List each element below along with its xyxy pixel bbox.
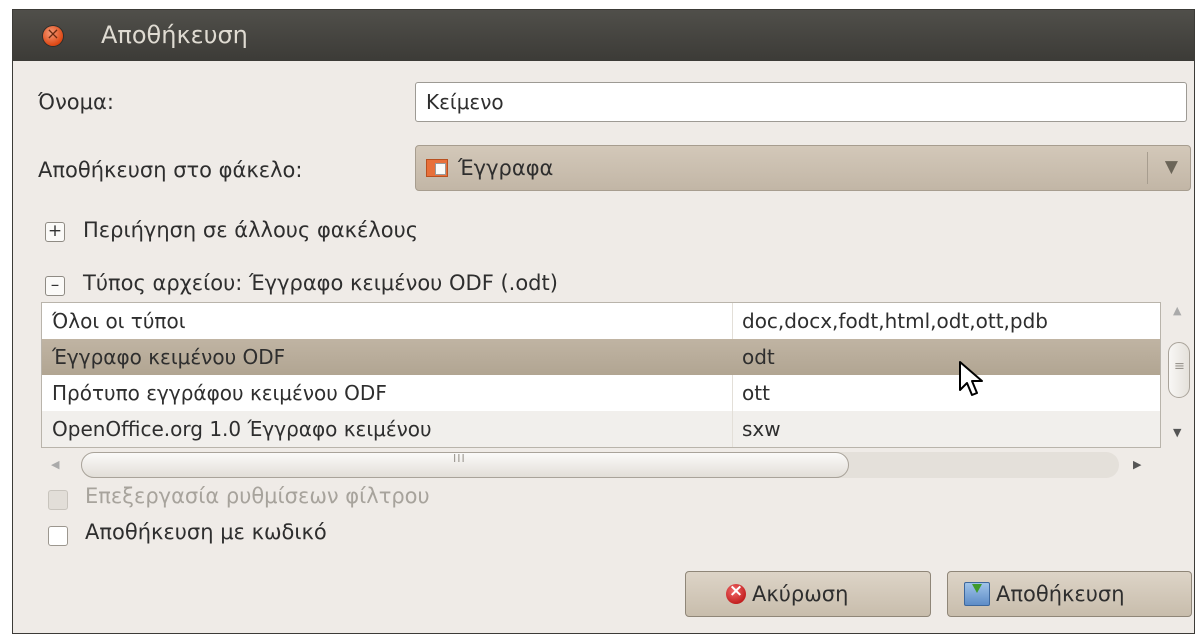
dropdown-arrow-icon[interactable]: ▼ (1165, 157, 1178, 177)
filetype-name: Έγγραφο κειμένου ODF (52, 345, 286, 369)
list-item-selected[interactable]: Έγγραφο κειμένου ODF odt (42, 339, 1160, 375)
filetype-extensions: sxw (742, 417, 781, 441)
combo-separator (1147, 152, 1148, 184)
cancel-button[interactable]: Ακύρωση (685, 571, 931, 617)
name-input[interactable] (416, 83, 1186, 121)
folder-combo[interactable]: Έγγραφα ▼ (415, 145, 1191, 191)
grip-icon: III (453, 452, 466, 465)
scroll-up-icon[interactable]: ▲ (1173, 304, 1181, 317)
save-dialog: Αποθήκευση Όνομα: Αποθήκευση στο φάκελο:… (12, 9, 1195, 634)
name-label: Όνομα: (38, 90, 114, 114)
horizontal-scrollbar[interactable]: ◀ III ▶ (41, 448, 1161, 482)
scroll-right-icon[interactable]: ▶ (1133, 458, 1141, 471)
filetype-extensions: odt (742, 345, 775, 369)
mouse-cursor-icon (959, 361, 983, 396)
browse-expander-label[interactable]: Περιήγηση σε άλλους φακέλους (83, 218, 418, 242)
close-icon[interactable] (43, 24, 63, 46)
column-divider (732, 411, 733, 447)
filetype-extensions: doc,docx,fodt,html,odt,ott,pdb (742, 309, 1048, 333)
filetype-expander-icon[interactable]: – (45, 276, 65, 296)
column-divider (732, 303, 733, 339)
filetype-list: Όλοι οι τύποι doc,docx,fodt,html,odt,ott… (41, 302, 1161, 448)
scroll-down-icon[interactable]: ▼ (1173, 426, 1181, 439)
folder-label: Αποθήκευση στο φάκελο: (38, 158, 303, 182)
cancel-button-label: Ακύρωση (752, 582, 849, 606)
title-bar: Αποθήκευση (13, 10, 1194, 61)
save-with-password-label[interactable]: Αποθήκευση με κωδικό (85, 520, 327, 544)
edit-filter-settings-checkbox (48, 490, 68, 510)
filetype-name: OpenOffice.org 1.0 Έγγραφο κειμένου (52, 417, 432, 441)
name-input-box[interactable] (415, 82, 1187, 122)
save-button[interactable]: Αποθήκευση (947, 571, 1192, 617)
list-item[interactable]: Όλοι οι τύποι doc,docx,fodt,html,odt,ott… (42, 303, 1160, 339)
vertical-scrollbar[interactable]: ▲ ≡ ▼ (1164, 302, 1194, 448)
save-button-label: Αποθήκευση (996, 582, 1125, 606)
list-item[interactable]: OpenOffice.org 1.0 Έγγραφο κειμένου sxw (42, 411, 1160, 447)
list-item[interactable]: Πρότυπο εγγράφου κειμένου ODF ott (42, 375, 1160, 411)
edit-filter-settings-label: Επεξεργασία ρυθμίσεων φίλτρου (85, 484, 430, 508)
folder-value: Έγγραφα (458, 156, 554, 180)
filetype-list-frame: Όλοι οι τύποι doc,docx,fodt,html,odt,ott… (41, 302, 1194, 490)
window-title: Αποθήκευση (101, 21, 248, 49)
cancel-icon (726, 581, 746, 604)
save-icon (964, 582, 990, 606)
save-with-password-checkbox[interactable] (48, 526, 68, 546)
filetype-extensions: ott (742, 381, 770, 405)
filetype-name: Όλοι οι τύποι (52, 309, 186, 333)
documents-folder-icon (426, 159, 448, 177)
grip-icon: ≡ (1174, 359, 1185, 374)
filetype-expander-label[interactable]: Τύπος αρχείου: Έγγραφο κειμένου ODF (.od… (83, 271, 558, 295)
filetype-name: Πρότυπο εγγράφου κειμένου ODF (52, 381, 387, 405)
scroll-left-icon[interactable]: ◀ (51, 458, 59, 471)
browse-expander-icon[interactable]: + (45, 222, 65, 242)
column-divider (732, 375, 733, 411)
vertical-scroll-thumb[interactable]: ≡ (1168, 342, 1190, 398)
